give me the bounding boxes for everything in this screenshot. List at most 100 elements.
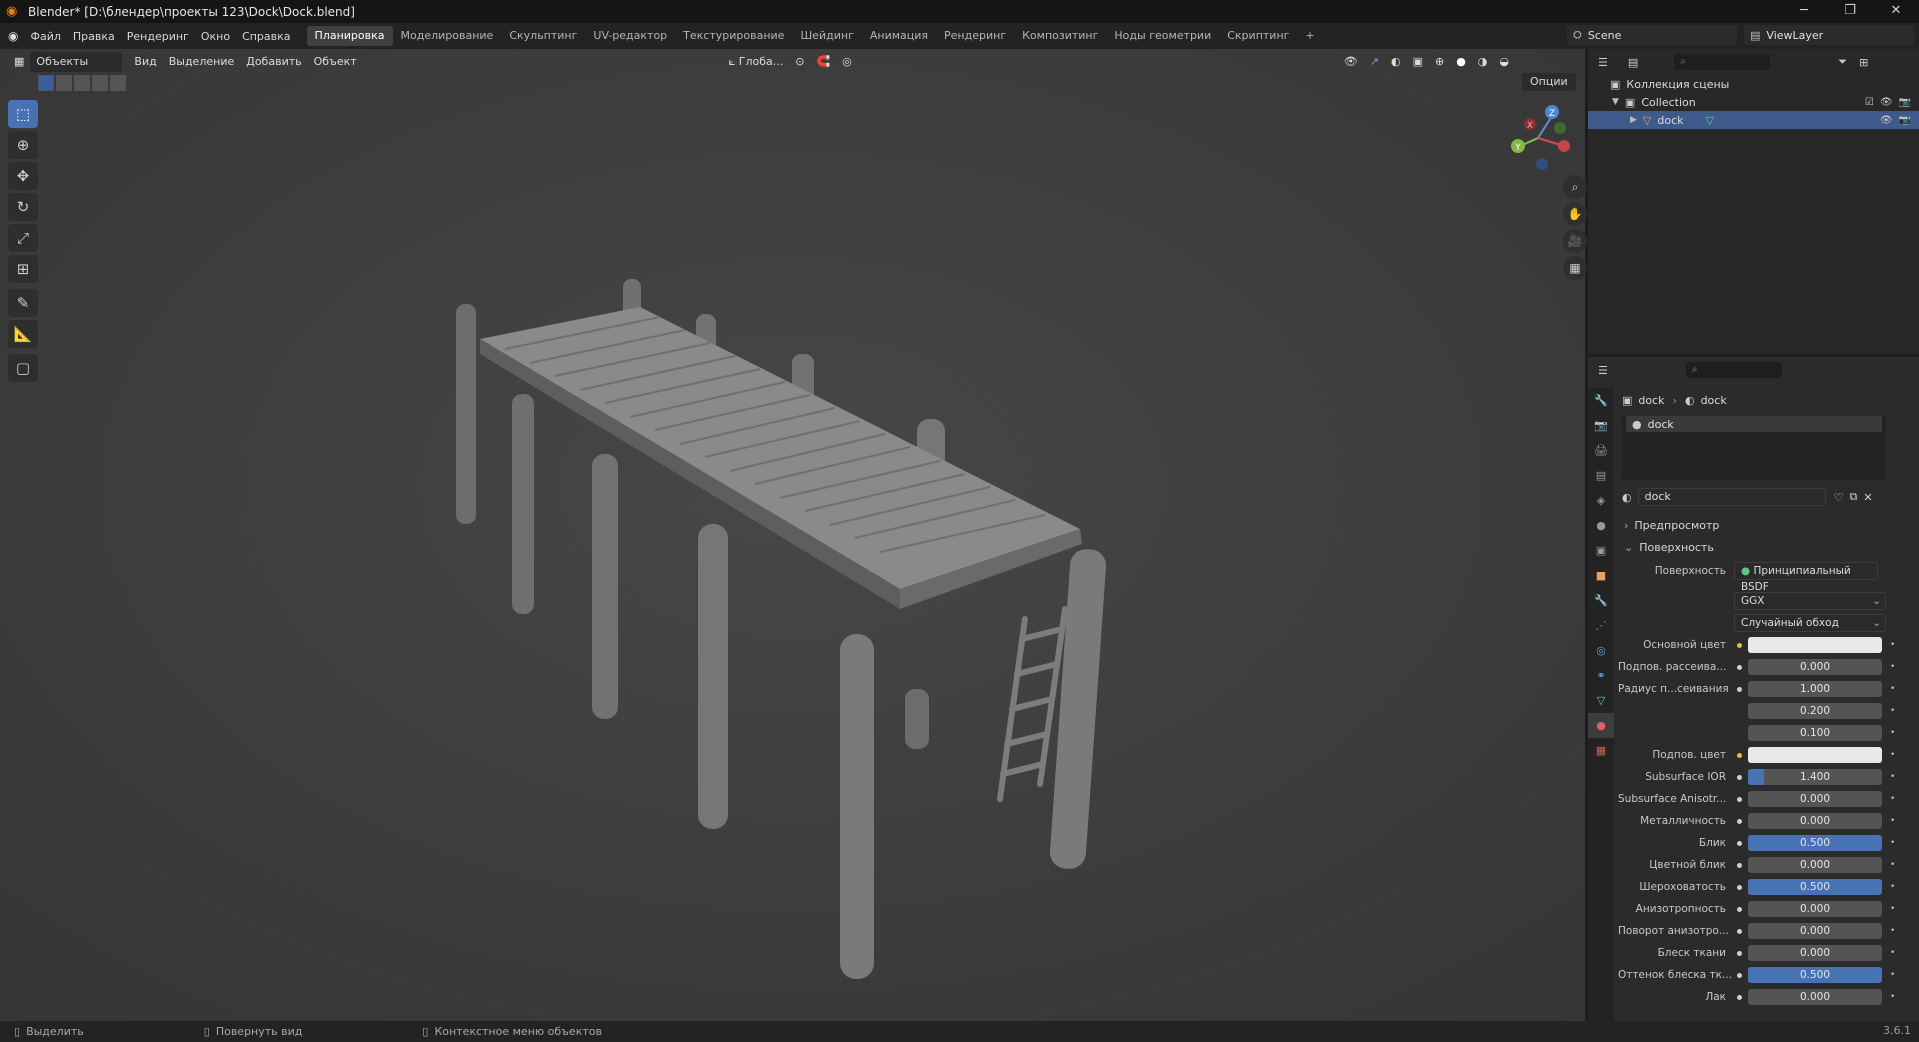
options-dropdown[interactable]: Опции xyxy=(1522,73,1576,91)
transform-orientation-dropdown[interactable]: ⟀ Глоба... xyxy=(723,52,790,72)
material-slot-list[interactable]: ● dock xyxy=(1622,416,1886,480)
outliner-filter-icon[interactable]: ⏷ xyxy=(1838,55,1847,69)
number-slider[interactable]: 0.500 xyxy=(1748,879,1882,895)
keyframe-icon[interactable]: • xyxy=(1890,970,1900,980)
visibility-icon[interactable]: 👁 xyxy=(1338,52,1364,72)
select-subtract-icon[interactable] xyxy=(74,75,90,91)
view-layer-selector[interactable]: ▤ ViewLayer xyxy=(1744,25,1914,45)
texture-tab-icon[interactable]: ▦ xyxy=(1588,738,1614,763)
move-tool[interactable]: ✥ xyxy=(8,162,38,190)
keyframe-icon[interactable]: • xyxy=(1890,948,1900,958)
number-slider[interactable]: 1.000 xyxy=(1748,681,1882,697)
view-layer-tab-icon[interactable]: ▤ xyxy=(1588,463,1614,488)
hide-eye-icon[interactable]: 👁 xyxy=(1880,115,1893,126)
viewport-menu-select[interactable]: Выделение xyxy=(163,52,241,72)
object-mode-dropdown[interactable]: Объекты xyxy=(30,52,123,72)
hide-eye-icon[interactable]: 👁 xyxy=(1880,97,1893,108)
number-slider[interactable]: 1.400 xyxy=(1748,769,1882,785)
tab-rendering[interactable]: Рендеринг xyxy=(936,26,1014,46)
surface-section-header[interactable]: ⌄ Поверхность xyxy=(1618,536,1918,558)
viewport-menu-add[interactable]: Добавить xyxy=(240,52,307,72)
duplicate-material-icon[interactable]: ⧉ xyxy=(1849,490,1857,504)
minimize-button[interactable]: ─ xyxy=(1781,0,1827,23)
render-camera-icon[interactable]: 📷 xyxy=(1899,115,1911,126)
scene-selector[interactable]: ⛭ Scene xyxy=(1567,25,1737,45)
camera-view-icon[interactable]: 🎥 xyxy=(1563,229,1587,253)
zoom-icon[interactable]: ⌕ xyxy=(1563,175,1587,199)
overlay-toggle-icon[interactable]: ◐ xyxy=(1385,52,1407,72)
color-swatch[interactable] xyxy=(1748,637,1882,653)
cursor-tool[interactable]: ⊕ xyxy=(8,131,38,159)
scale-tool[interactable]: ⤢ xyxy=(8,224,38,252)
select-invert-icon[interactable] xyxy=(92,75,108,91)
collection-tab-icon[interactable]: ▣ xyxy=(1588,538,1614,563)
subsurface-method-dropdown[interactable]: Случайный обход ⌄ xyxy=(1734,614,1886,632)
gizmo-toggle-icon[interactable]: ↗ xyxy=(1364,52,1385,72)
new-collection-icon[interactable]: ⊞ xyxy=(1859,56,1868,69)
tab-geometry-nodes[interactable]: Ноды геометрии xyxy=(1106,26,1219,46)
keyframe-icon[interactable]: • xyxy=(1890,794,1900,804)
number-slider[interactable]: 0.500 xyxy=(1748,835,1882,851)
3d-viewport[interactable] xyxy=(0,49,1585,1021)
fake-user-icon[interactable]: ♡ xyxy=(1834,491,1844,504)
socket-dot-icon[interactable] xyxy=(1734,662,1744,672)
tool-tab-icon[interactable]: 🔧 xyxy=(1588,388,1614,413)
restore-button[interactable]: ❐ xyxy=(1827,0,1873,23)
data-tab-icon[interactable]: ▽ xyxy=(1588,688,1614,713)
socket-dot-icon[interactable] xyxy=(1734,882,1744,892)
keyframe-icon[interactable]: • xyxy=(1890,684,1900,694)
menu-window[interactable]: Окно xyxy=(195,30,236,43)
surface-shader-dropdown[interactable]: ● Принципиальный BSDF xyxy=(1734,562,1878,593)
world-tab-icon[interactable]: ● xyxy=(1588,513,1614,538)
material-slot-row[interactable]: ● dock xyxy=(1626,416,1882,432)
socket-dot-icon[interactable] xyxy=(1734,816,1744,826)
perspective-toggle-icon[interactable]: ▦ xyxy=(1563,256,1587,280)
keyframe-icon[interactable]: • xyxy=(1890,926,1900,936)
scene-tab-icon[interactable]: ◈ xyxy=(1588,488,1614,513)
editor-type-icon[interactable]: ▦ xyxy=(8,52,30,72)
properties-search-input[interactable]: ⌕ xyxy=(1685,362,1782,378)
add-workspace-button[interactable]: + xyxy=(1297,26,1322,46)
socket-dot-icon[interactable] xyxy=(1734,838,1744,848)
number-slider[interactable]: 0.000 xyxy=(1748,659,1882,675)
solid-shading-icon[interactable]: ● xyxy=(1450,52,1472,72)
number-slider[interactable]: 0.500 xyxy=(1748,967,1882,983)
number-slider[interactable]: 0.000 xyxy=(1748,857,1882,873)
number-slider[interactable]: 0.000 xyxy=(1748,791,1882,807)
snap-icon[interactable]: 🧲 xyxy=(810,52,836,72)
pivot-point-icon[interactable]: ⊙ xyxy=(789,52,810,72)
close-button[interactable]: ✕ xyxy=(1873,0,1919,23)
menu-file[interactable]: Файл xyxy=(24,30,66,43)
tab-animation[interactable]: Анимация xyxy=(862,26,936,46)
tab-sculpting[interactable]: Скульптинг xyxy=(501,26,585,46)
outliner-editor-icon[interactable]: ☰ xyxy=(1598,56,1608,69)
select-extend-icon[interactable] xyxy=(56,75,72,91)
xray-toggle-icon[interactable]: ▣ xyxy=(1407,52,1429,72)
number-slider[interactable]: 0.000 xyxy=(1748,923,1882,939)
menu-edit[interactable]: Правка xyxy=(67,30,121,43)
measure-tool[interactable]: 📐 xyxy=(8,320,38,348)
render-camera-icon[interactable]: 📷 xyxy=(1899,97,1911,108)
material-name-field[interactable]: dock xyxy=(1637,488,1826,506)
socket-dot-icon[interactable] xyxy=(1734,684,1744,694)
keyframe-icon[interactable]: • xyxy=(1890,750,1900,760)
rendered-shading-icon[interactable]: ◒ xyxy=(1493,52,1515,72)
number-slider[interactable]: 0.000 xyxy=(1748,989,1882,1005)
object-tab-icon[interactable]: ■ xyxy=(1588,563,1614,588)
exclude-checkbox-icon[interactable]: ☑ xyxy=(1865,97,1874,108)
number-slider[interactable]: 0.200 xyxy=(1748,703,1882,719)
constraints-tab-icon[interactable]: ⚭ xyxy=(1588,663,1614,688)
tab-shading[interactable]: Шейдинг xyxy=(792,26,861,46)
keyframe-icon[interactable]: • xyxy=(1890,860,1900,870)
keyframe-icon[interactable]: • xyxy=(1890,640,1900,650)
tab-scripting[interactable]: Скриптинг xyxy=(1219,26,1297,46)
wireframe-shading-icon[interactable]: ⊕ xyxy=(1429,52,1450,72)
socket-dot-icon[interactable] xyxy=(1734,970,1744,980)
keyframe-icon[interactable]: • xyxy=(1890,662,1900,672)
annotate-tool[interactable]: ✎ xyxy=(8,289,38,317)
transform-tool[interactable]: ⊞ xyxy=(8,255,38,283)
outliner-search-input[interactable]: ⌕ xyxy=(1674,54,1771,70)
keyframe-icon[interactable]: • xyxy=(1890,706,1900,716)
color-swatch[interactable] xyxy=(1748,747,1882,763)
number-slider[interactable]: 0.000 xyxy=(1748,813,1882,829)
